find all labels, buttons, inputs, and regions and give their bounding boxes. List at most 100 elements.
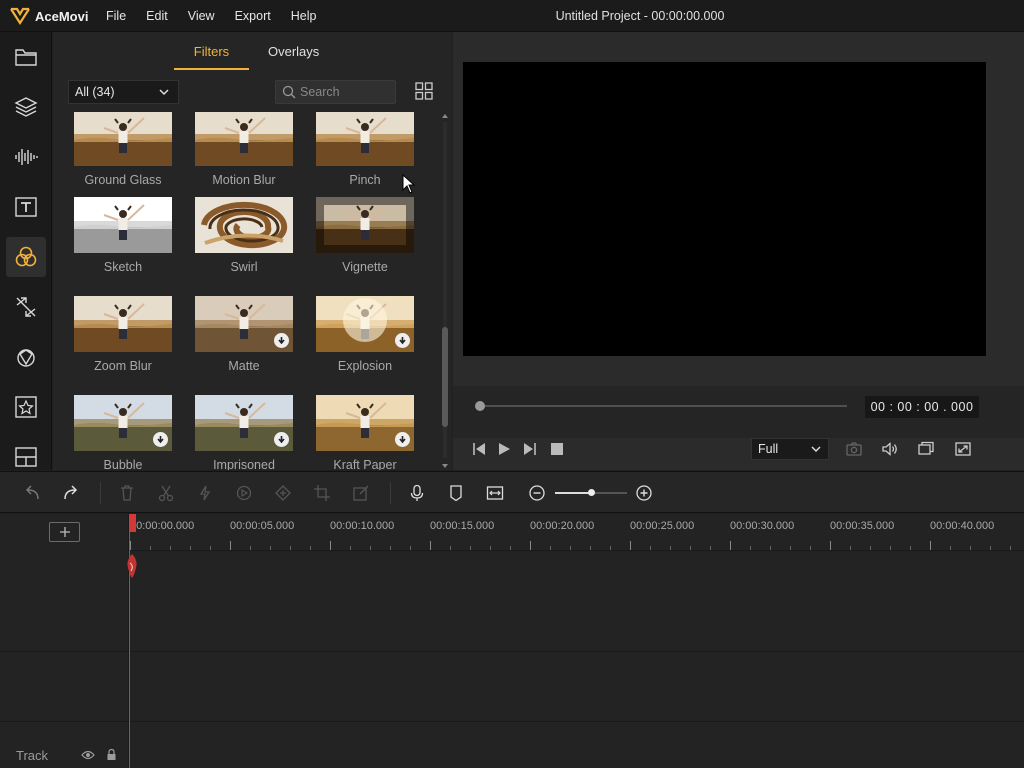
playhead-handle-icon[interactable] <box>126 554 138 578</box>
lock-icon[interactable] <box>106 748 117 761</box>
edit-pencil-icon[interactable] <box>352 484 370 502</box>
layout-icon <box>15 447 37 467</box>
redo-icon[interactable] <box>62 484 80 502</box>
menu-file[interactable]: File <box>106 9 126 23</box>
rail-text[interactable] <box>6 187 46 227</box>
speed-icon[interactable] <box>235 484 253 502</box>
fullscreen-icon[interactable] <box>954 440 972 458</box>
menu-export[interactable]: Export <box>235 9 271 23</box>
ruler-label: 00:00:10.000 <box>330 520 395 532</box>
filter-card[interactable]: Pinch <box>316 112 414 192</box>
filter-thumbnail[interactable] <box>195 296 293 352</box>
cut-scissors-icon[interactable] <box>157 484 175 502</box>
ruler-tick <box>790 546 791 550</box>
crop-icon[interactable] <box>313 484 331 502</box>
lane-divider <box>0 651 1024 652</box>
filter-thumbnail[interactable] <box>316 112 414 166</box>
track-lanes[interactable] <box>0 551 1024 768</box>
menu-help[interactable]: Help <box>291 9 317 23</box>
menu-view[interactable]: View <box>188 9 215 23</box>
rail-layers[interactable] <box>6 87 46 127</box>
rail-filters[interactable] <box>6 237 46 277</box>
zoom-out-icon[interactable] <box>528 484 546 502</box>
toolbar-separator <box>390 482 391 504</box>
filter-thumbnail[interactable] <box>195 395 293 451</box>
scroll-up-icon[interactable] <box>441 112 449 120</box>
rail-transitions[interactable] <box>6 287 46 327</box>
track-label: Track <box>16 748 49 763</box>
project-title: Untitled Project - 00:00:00.000 <box>555 9 725 23</box>
download-button[interactable] <box>395 333 410 348</box>
undo-icon[interactable] <box>23 484 41 502</box>
add-track-button[interactable] <box>49 522 80 542</box>
filter-name: Explosion <box>337 359 393 373</box>
filter-thumbnail[interactable] <box>316 395 414 451</box>
tab-overlays[interactable]: Overlays <box>268 44 319 59</box>
delete-icon[interactable] <box>118 484 136 502</box>
ruler-tick <box>810 546 811 550</box>
menu-edit[interactable]: Edit <box>146 9 168 23</box>
category-dropdown[interactable]: All (34) <box>68 80 179 104</box>
keyframe-icon[interactable] <box>274 484 292 502</box>
marker-shield-icon[interactable] <box>447 484 465 502</box>
scroll-down-icon[interactable] <box>441 462 449 470</box>
playhead[interactable] <box>129 514 130 768</box>
filter-card[interactable]: Swirl <box>195 197 293 279</box>
download-button[interactable] <box>395 432 410 447</box>
download-button[interactable] <box>274 333 289 348</box>
preview-zoom-dropdown[interactable]: Full <box>751 438 829 460</box>
filter-card[interactable]: Kraft Paper <box>316 395 414 470</box>
filter-card[interactable]: Imprisoned <box>195 395 293 470</box>
snapshot-camera-icon[interactable] <box>845 440 863 458</box>
rail-elements[interactable] <box>6 337 46 377</box>
filter-thumbnail[interactable] <box>316 296 414 352</box>
filter-thumbnail[interactable] <box>316 197 414 253</box>
rail-media[interactable] <box>6 37 46 77</box>
filter-card[interactable]: Matte <box>195 296 293 378</box>
filter-thumbnail[interactable] <box>74 112 172 166</box>
tab-filters[interactable]: Filters <box>174 44 249 59</box>
download-button[interactable] <box>274 432 289 447</box>
filter-card[interactable]: Sketch <box>74 197 172 279</box>
rail-stickers[interactable] <box>6 387 46 427</box>
filter-thumbnail[interactable] <box>74 296 172 352</box>
search-icon <box>282 85 296 99</box>
volume-icon[interactable] <box>881 440 899 458</box>
filter-card[interactable]: Zoom Blur <box>74 296 172 378</box>
picture-in-picture-icon[interactable] <box>917 440 935 458</box>
filter-card[interactable]: Motion Blur <box>195 112 293 192</box>
filter-thumbnail[interactable] <box>74 197 172 253</box>
timeline-zoom-handle[interactable] <box>588 489 595 496</box>
filter-thumbnail[interactable] <box>195 197 293 253</box>
scrollbar-thumb[interactable] <box>442 327 448 427</box>
filter-card[interactable]: Ground Glass <box>74 112 172 192</box>
seek-handle[interactable] <box>475 401 485 411</box>
stop-icon[interactable] <box>548 440 566 458</box>
title-bar: AceMovi File Edit View Export Help Untit… <box>0 0 1024 32</box>
playhead-flag[interactable] <box>129 514 136 532</box>
timeline-ruler[interactable]: 00:00:00.000 00:00:05.000 00:00:10.000 00:0… <box>129 514 1024 551</box>
filter-card[interactable]: Explosion <box>316 296 414 378</box>
eye-icon[interactable] <box>81 749 95 761</box>
step-back-icon[interactable] <box>470 440 488 458</box>
filter-thumbnail[interactable] <box>195 112 293 166</box>
search-input[interactable] <box>300 84 392 100</box>
search-box[interactable] <box>275 80 396 104</box>
left-tool-rail <box>0 32 52 470</box>
play-icon[interactable] <box>495 440 513 458</box>
filter-scrollbar[interactable] <box>440 112 450 470</box>
split-lightning-icon[interactable] <box>196 484 214 502</box>
zoom-in-icon[interactable] <box>635 484 653 502</box>
fit-timeline-icon[interactable] <box>486 484 504 502</box>
seek-track[interactable] <box>479 405 847 407</box>
grid-view-icon[interactable] <box>415 82 433 100</box>
ruler-tick <box>670 546 671 550</box>
download-button[interactable] <box>153 432 168 447</box>
rail-audio[interactable] <box>6 137 46 177</box>
filter-thumbnail[interactable] <box>74 395 172 451</box>
filter-card[interactable]: Vignette <box>316 197 414 279</box>
microphone-icon[interactable] <box>408 484 426 502</box>
filter-card[interactable]: Bubble <box>74 395 172 470</box>
step-forward-icon[interactable] <box>521 440 539 458</box>
ruler-tick <box>490 546 491 550</box>
